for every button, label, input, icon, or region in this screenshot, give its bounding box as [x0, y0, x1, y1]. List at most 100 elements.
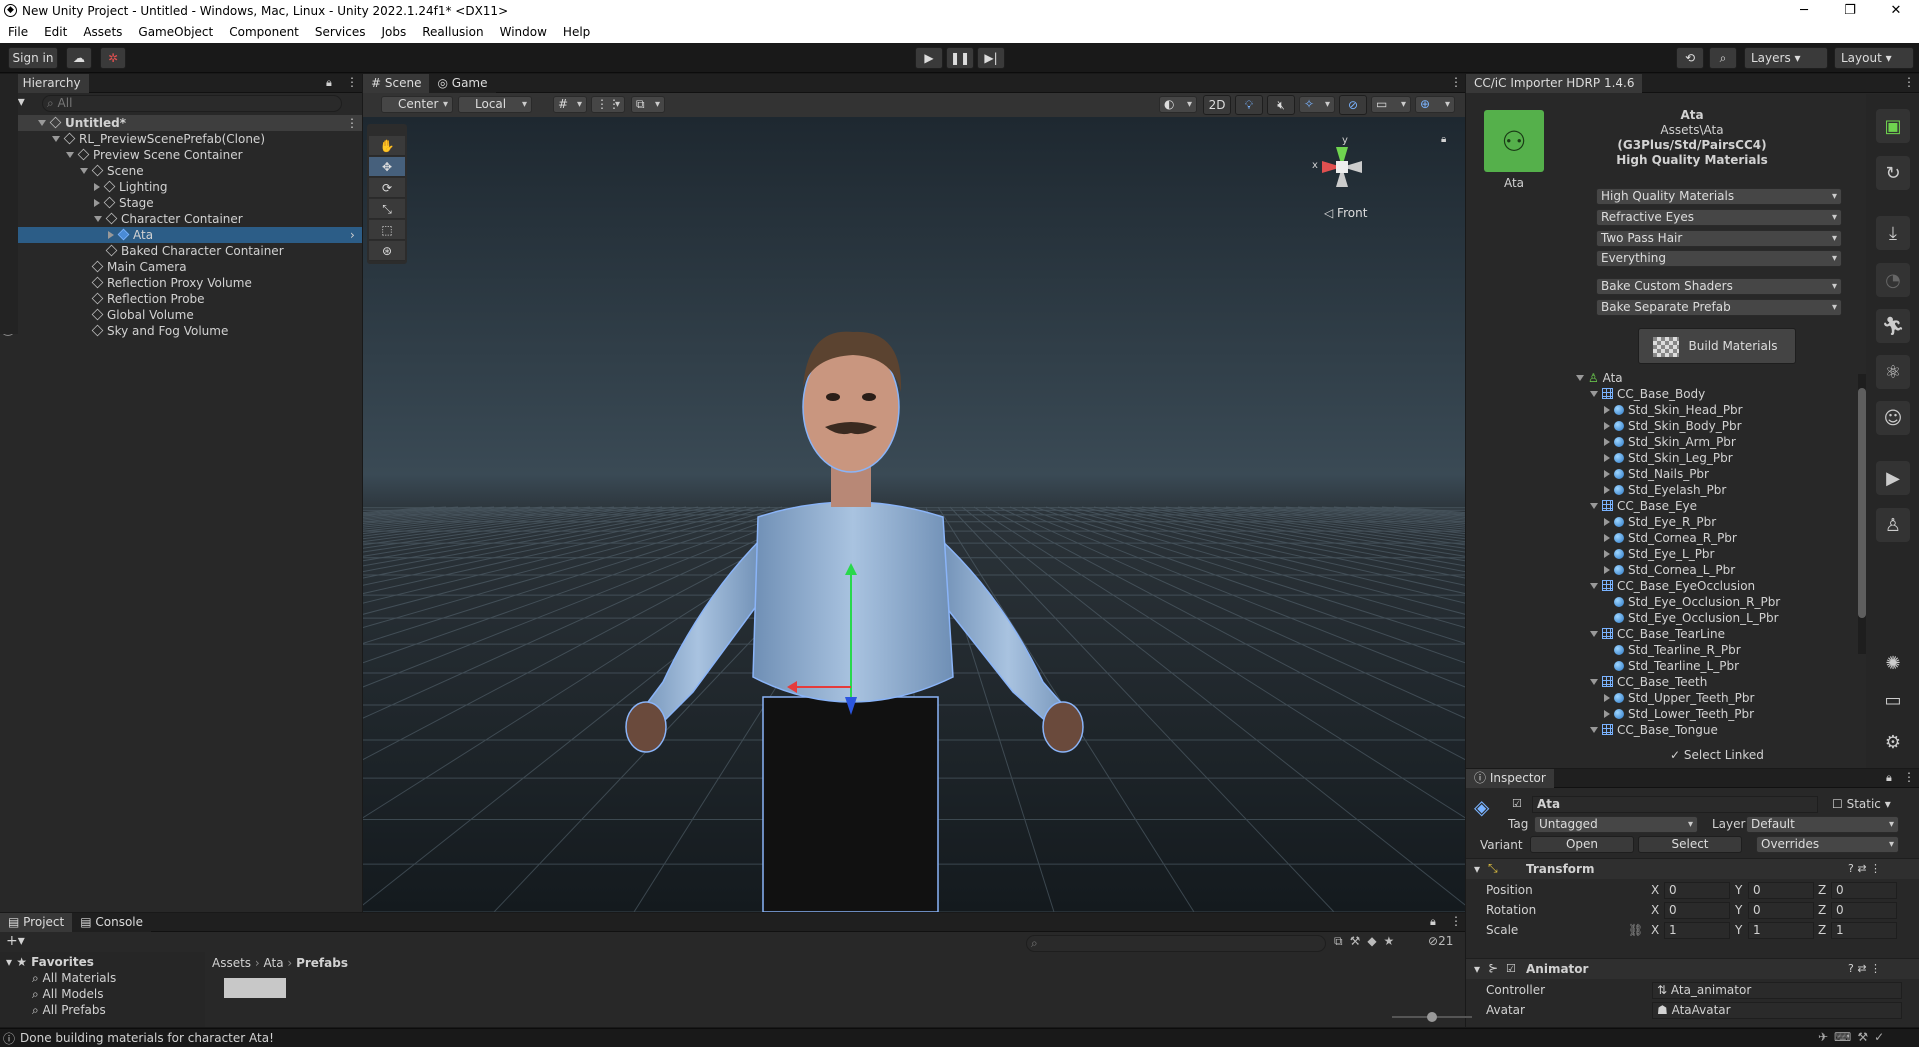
foldout-icon[interactable] [1604, 438, 1610, 446]
hierarchy-item[interactable]: Scene [0, 163, 362, 179]
importer-kebab-icon[interactable]: ⋮ [1903, 75, 1915, 89]
tab-scene[interactable]: # Scene [363, 74, 430, 93]
material-tree-item[interactable]: Std_Cornea_L_Pbr [1604, 562, 1735, 578]
foldout-icon[interactable] [1604, 406, 1610, 414]
import-icon[interactable]: ⤓ [1876, 216, 1910, 250]
hierarchy-item[interactable]: Baked Character Container [0, 243, 362, 259]
material-tree-item[interactable]: Std_Cornea_R_Pbr [1604, 530, 1737, 546]
material-tree-item[interactable]: CC_Base_Teeth [1590, 674, 1707, 690]
material-tree-item[interactable]: Std_Tearline_L_Pbr [1604, 658, 1739, 674]
eye-shader-dropdown[interactable]: Refractive Eyes [1596, 209, 1842, 226]
object-name-field[interactable]: Ata [1532, 796, 1818, 813]
fav-all-models[interactable]: ⌕ All Models [32, 986, 104, 1002]
search-icon[interactable]: ⌕ [1709, 47, 1737, 69]
close-button[interactable]: ✕ [1873, 0, 1919, 22]
menu-file[interactable]: File [0, 22, 36, 39]
foldout-icon[interactable] [1604, 710, 1610, 718]
animator-enabled-checkbox[interactable]: ☑ [1506, 962, 1516, 975]
status-text[interactable]: Done building materials for character At… [20, 1031, 274, 1045]
foldout-icon[interactable] [1590, 727, 1598, 733]
hierarchy-item[interactable]: Reflection Probe [0, 291, 362, 307]
transform-tool-icon[interactable]: ⊛ [369, 241, 405, 261]
play-button[interactable]: ▶ [915, 47, 943, 69]
hierarchy-item[interactable]: Global Volume [0, 307, 362, 323]
material-tree-item[interactable]: Std_Lower_Teeth_Pbr [1604, 706, 1754, 722]
bake-prefab-dropdown[interactable]: Bake Separate Prefab [1596, 299, 1842, 316]
pause-button[interactable]: ❚❚ [946, 47, 974, 69]
foldout-icon[interactable] [1604, 534, 1610, 542]
animation-icon[interactable]: 🏃︎ [1876, 309, 1910, 343]
prefab-thumbnail[interactable] [224, 978, 286, 998]
rect-tool-icon[interactable]: ⬚ [369, 220, 405, 240]
foldout-icon[interactable] [1604, 566, 1610, 574]
tree-scrollbar[interactable] [1858, 374, 1866, 654]
pose-icon[interactable]: ♙ [1876, 508, 1910, 542]
material-tree-item[interactable]: ♙ Ata [1576, 370, 1623, 386]
hierarchy-item[interactable]: Reflection Proxy Volume [0, 275, 362, 291]
avatar-field[interactable]: ☗ AtaAvatar [1652, 1002, 1902, 1019]
menu-services[interactable]: Services [307, 22, 374, 39]
menu-reallusion[interactable]: Reallusion [414, 22, 491, 39]
foldout-icon[interactable] [66, 152, 74, 158]
foldout-icon[interactable] [94, 183, 100, 191]
foldout-icon[interactable] [80, 168, 88, 174]
menu-gameobject[interactable]: GameObject [130, 22, 221, 39]
active-checkbox[interactable]: ☑ [1512, 797, 1522, 810]
grid-snap-icon[interactable]: # [553, 96, 587, 113]
tab-project[interactable]: ▤ Project [0, 913, 73, 932]
foldout-icon[interactable] [1590, 583, 1598, 589]
move-tool-icon[interactable]: ✥ [369, 157, 405, 177]
snap-increment-icon[interactable]: ⋮⋮ [591, 96, 625, 113]
align-icon[interactable]: ⧉ [631, 96, 665, 113]
fav-all-materials[interactable]: ⌕ All Materials [32, 970, 116, 986]
material-tree-item[interactable]: Std_Skin_Body_Pbr [1604, 418, 1742, 434]
controller-field[interactable]: ⇅ Ata_animator [1652, 982, 1902, 999]
material-tree-item[interactable]: Std_Eyelash_Pbr [1604, 482, 1726, 498]
hierarchy-item[interactable]: Untitled* ⋮ [0, 115, 362, 131]
foldout-icon[interactable] [1604, 518, 1610, 526]
foldout-icon[interactable] [94, 216, 102, 222]
project-add-icon[interactable]: +▾ [6, 933, 25, 949]
bake-shaders-dropdown[interactable]: Bake Custom Shaders [1596, 278, 1842, 295]
menu-assets[interactable]: Assets [75, 22, 130, 39]
foldout-icon[interactable] [1604, 694, 1610, 702]
camera-preview-icon[interactable]: ▭ [1876, 683, 1910, 717]
tag-dropdown[interactable]: Untagged [1534, 816, 1698, 833]
preview-scene-icon[interactable]: ▣ [1876, 109, 1910, 143]
hierarchy-item[interactable]: Main Camera [0, 259, 362, 275]
layout-dropdown[interactable]: Layout ▾ [1834, 47, 1914, 69]
pos-x-field[interactable]: 0 [1664, 882, 1730, 899]
material-tree-item[interactable]: Std_Upper_Teeth_Pbr [1604, 690, 1754, 706]
pivot-dropdown[interactable]: Center [381, 96, 453, 113]
collab-icon[interactable]: ✲ [100, 47, 126, 69]
material-tree-item[interactable]: CC_Base_TearLine [1590, 626, 1725, 642]
rot-z-field[interactable]: 0 [1831, 902, 1897, 919]
material-tree-item[interactable]: Std_Eye_L_Pbr [1604, 546, 1714, 562]
scale-tool-icon[interactable]: ⤡ [369, 199, 405, 219]
menu-edit[interactable]: Edit [36, 22, 75, 39]
tab-importer[interactable]: CC/iC Importer HDRP 1.4.6 [1466, 74, 1643, 93]
maximize-button[interactable]: ❐ [1827, 0, 1873, 22]
foldout-icon[interactable]: ▾ [1474, 962, 1480, 976]
breadcrumb-prefabs[interactable]: Prefabs [296, 956, 348, 970]
rot-x-field[interactable]: 0 [1664, 902, 1730, 919]
light-icon[interactable]: ✺ [1876, 646, 1910, 680]
status-icons[interactable]: ✈⌨⚒✓ [1818, 1030, 1890, 1044]
foldout-icon[interactable] [94, 199, 100, 207]
favorites-header[interactable]: ▾ ★ Favorites [6, 954, 94, 970]
material-tree-item[interactable]: CC_Base_Tongue [1590, 722, 1718, 738]
hair-shader-dropdown[interactable]: Two Pass Hair [1596, 230, 1842, 247]
foldout-icon[interactable]: ▾ [1474, 862, 1480, 876]
lighting-toggle-icon[interactable]: 💡︎ [1235, 95, 1263, 115]
overrides-dropdown[interactable]: Overrides [1756, 836, 1899, 853]
hierarchy-item[interactable]: Preview Scene Container [0, 147, 362, 163]
rotate-tool-icon[interactable]: ⟳ [369, 178, 405, 198]
effects-icon[interactable]: ✧ [1299, 96, 1335, 113]
breadcrumb-assets[interactable]: Assets [212, 956, 251, 970]
gizmo-lock-icon[interactable]: 🔒︎ [1441, 134, 1446, 145]
foldout-icon[interactable] [1576, 375, 1584, 381]
lock-icon[interactable]: 🔒︎ [326, 76, 332, 90]
foldout-icon[interactable] [1604, 486, 1610, 494]
zoom-slider-handle[interactable] [1427, 1012, 1437, 1022]
material-tree-item[interactable]: CC_Base_Body [1590, 386, 1705, 402]
